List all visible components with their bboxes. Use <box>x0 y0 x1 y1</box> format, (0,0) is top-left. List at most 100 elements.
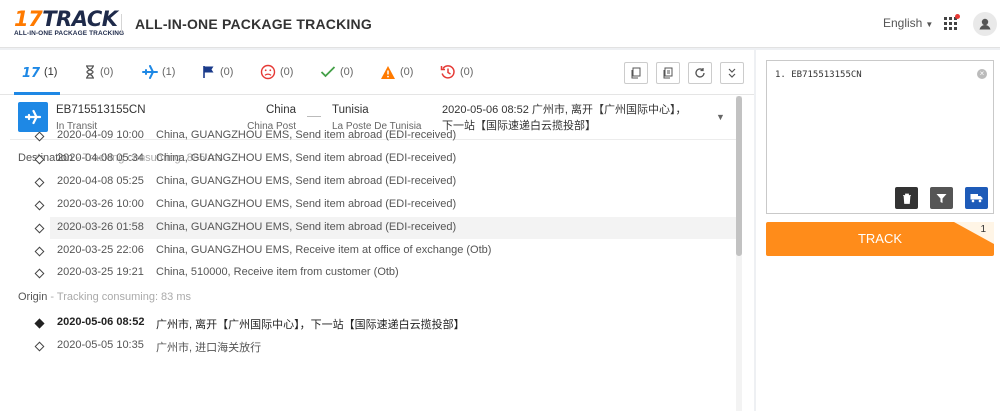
event-date: 2020-04-09 10:00 <box>57 129 144 141</box>
list-item: 2020-05-06 08:52 广州市, 离开【广州国际中心】，下一站【国际速递… <box>34 312 736 334</box>
tracking-input-value[interactable]: 1. EB715513155CN <box>775 70 862 80</box>
filter-button[interactable] <box>930 187 953 209</box>
event-description: China, GUANGZHOU EMS, Send item abroad (… <box>156 174 457 187</box>
tab-count: (0) <box>460 66 474 78</box>
list-item: 2020-03-25 22:06 China, GUANGZHOU EMS, Re… <box>34 240 736 262</box>
active-tab-indicator <box>14 92 60 95</box>
refresh-button[interactable] <box>688 62 712 84</box>
user-icon[interactable] <box>973 12 997 36</box>
event-description: China, GUANGZHOU EMS, Send item abroad (… <box>156 220 457 233</box>
tab-pickup[interactable]: (0) <box>202 63 233 81</box>
results-panel: 17 (1) (0) (1) (0) (0) (0) (0) (0) EB715… <box>0 50 754 411</box>
timeline-dot <box>34 341 45 352</box>
logo-tagline: ALL-IN-ONE PACKAGE TRACKING <box>14 30 125 37</box>
event-date: 2020-04-08 05:25 <box>57 174 144 187</box>
check-icon <box>320 66 336 78</box>
origin-section-header: Origin - Tracking consuming: 83 ms <box>18 291 191 303</box>
event-description: China, 510000, Receive item from custome… <box>156 266 399 279</box>
copy-all-icon <box>663 67 673 79</box>
tab-delivered[interactable]: (0) <box>320 63 353 81</box>
tracking-input[interactable]: 1. EB715513155CN × <box>766 60 994 214</box>
delete-button[interactable] <box>895 187 918 209</box>
refresh-icon <box>695 68 705 78</box>
timeline-dot <box>34 200 45 211</box>
tab-not-found[interactable]: (0) <box>84 63 113 81</box>
page-title: ALL-IN-ONE PACKAGE TRACKING <box>135 16 372 32</box>
language-selector[interactable]: English ▼ <box>883 16 933 30</box>
track-button[interactable]: TRACK 1 <box>766 222 994 256</box>
collapse-icon <box>728 68 736 78</box>
track-count-badge <box>954 222 994 244</box>
chevron-down-icon: ▼ <box>925 20 934 29</box>
logo[interactable]: 17TRACK ALL-IN-ONE PACKAGE TRACKING <box>14 7 125 40</box>
copy-all-button[interactable] <box>656 62 680 84</box>
event-date: 2020-04-08 05:34 <box>57 151 144 164</box>
event-date: 2020-05-06 08:52 <box>57 316 145 328</box>
event-description: China, GUANGZHOU EMS, Send item abroad (… <box>156 197 457 210</box>
tracking-number[interactable]: EB715513155CN <box>56 104 146 116</box>
tab-count: (0) <box>280 66 294 78</box>
timeline-dot <box>34 268 45 279</box>
logo-brand: TRACK <box>42 7 118 31</box>
event-date: 2020-03-26 10:00 <box>57 197 144 210</box>
flag-icon <box>203 66 214 78</box>
list-item: 2020-05-05 10:35 广州市, 进口海关放行 <box>34 335 736 357</box>
tab-count: (1) <box>44 66 58 78</box>
collapse-button[interactable] <box>720 62 744 84</box>
close-icon[interactable]: × <box>977 69 987 79</box>
hourglass-icon <box>86 65 94 79</box>
section-label: Origin <box>18 291 48 303</box>
event-description: China, GUANGZHOU EMS, Receive item at of… <box>156 243 492 256</box>
svg-text:17: 17 <box>22 66 40 79</box>
sad-face-icon <box>260 64 276 80</box>
header-divider <box>121 14 122 34</box>
status-tabs: 17 (1) (0) (1) (0) (0) (0) (0) (0) <box>0 50 754 95</box>
tab-count: (0) <box>400 66 414 78</box>
tab-all[interactable]: 17 (1) <box>22 63 57 81</box>
grid-icon[interactable] <box>944 14 960 31</box>
copy-button[interactable] <box>624 62 648 84</box>
truck-icon <box>970 194 983 203</box>
timeline-dot <box>34 223 45 234</box>
track-count: 1 <box>980 224 986 235</box>
tab-alert[interactable]: (0) <box>380 63 413 81</box>
tab-count: (0) <box>100 66 114 78</box>
trash-icon <box>902 193 911 204</box>
tracking-timing: - Tracking consuming: 83 ms <box>47 291 192 303</box>
timeline-dot <box>34 318 45 329</box>
list-item: 2020-04-08 05:25 China, GUANGZHOU EMS, Se… <box>34 171 736 193</box>
language-label: English <box>883 16 923 30</box>
plane-icon <box>142 65 158 79</box>
tab-expired[interactable]: (0) <box>440 63 473 81</box>
scrollbar[interactable] <box>736 96 742 411</box>
notification-dot <box>955 14 960 19</box>
list-item: 2020-03-26 01:58 China, GUANGZHOU EMS, Se… <box>34 216 736 239</box>
logo-number: 17 <box>14 7 43 31</box>
scrollbar-thumb[interactable] <box>736 96 742 256</box>
top-header: 17TRACK ALL-IN-ONE PACKAGE TRACKING ALL-… <box>0 0 1000 48</box>
timeline-dot <box>34 246 45 256</box>
event-description: 广州市, 进口海关放行 <box>156 342 262 354</box>
event-date: 2020-03-26 01:58 <box>57 220 144 233</box>
all-icon: 17 <box>22 66 40 79</box>
list-item: 2020-03-25 19:21 China, 510000, Receive i… <box>34 262 736 284</box>
list-item: 2020-04-09 10:00 China, GUANGZHOU EMS, Se… <box>34 125 736 147</box>
chevron-down-icon[interactable]: ▼ <box>716 112 725 122</box>
tab-in-transit[interactable]: (1) <box>142 63 175 81</box>
filter-icon <box>936 193 947 203</box>
list-item: 2020-03-26 10:00 China, GUANGZHOU EMS, Se… <box>34 194 736 216</box>
carrier-select-button[interactable] <box>965 187 988 209</box>
tab-undelivered[interactable]: (0) <box>260 63 293 81</box>
event-date: 2020-03-25 22:06 <box>57 243 144 256</box>
search-panel: 1. EB715513155CN × TRACK 1 <box>756 50 1000 411</box>
tab-count: (0) <box>340 66 354 78</box>
plane-icon <box>25 109 41 125</box>
tracking-detail: EB715513155CN In Transit China China Pos… <box>10 96 742 411</box>
route-arrow <box>307 116 321 117</box>
history-icon <box>440 65 455 79</box>
event-description: 广州市, 离开【广州国际中心】，下一站【国际速递白云揽投部】 <box>156 319 465 331</box>
track-button-label: TRACK <box>857 231 903 246</box>
event-date: 2020-03-25 19:21 <box>57 266 144 279</box>
destination-country: Tunisia <box>332 104 369 116</box>
event-description: China, GUANGZHOU EMS, Send item abroad (… <box>156 129 457 141</box>
